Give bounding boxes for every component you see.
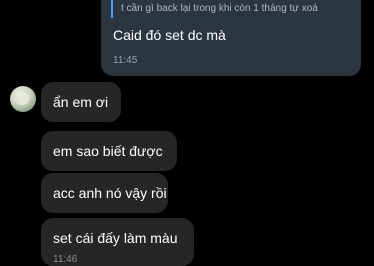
message-timestamp: 11:46 [53, 254, 78, 265]
message-text: set cái đấy làm màu [53, 230, 178, 246]
reply-quote[interactable]: t cần gì back lại trong khi còn 1 tháng … [111, 0, 357, 18]
message-text: Caid đó set dc mà [113, 27, 226, 43]
avatar[interactable] [10, 86, 36, 112]
incoming-message-bubble[interactable]: ẩn em ơi [41, 82, 121, 122]
message-text: ẩn em ơi [53, 94, 109, 110]
incoming-message-bubble[interactable]: em sao biết được [41, 131, 177, 171]
message-text: acc anh nó vậy rồi [53, 185, 167, 201]
message-timestamp: 11:45 [113, 55, 138, 66]
incoming-message-bubble[interactable]: acc anh nó vậy rồi [41, 173, 168, 213]
incoming-message-bubble[interactable]: set cái đấy làm màu 11:46 [41, 218, 194, 266]
outgoing-message-bubble[interactable]: t cần gì back lại trong khi còn 1 tháng … [101, 0, 361, 76]
message-text: em sao biết được [53, 143, 163, 159]
